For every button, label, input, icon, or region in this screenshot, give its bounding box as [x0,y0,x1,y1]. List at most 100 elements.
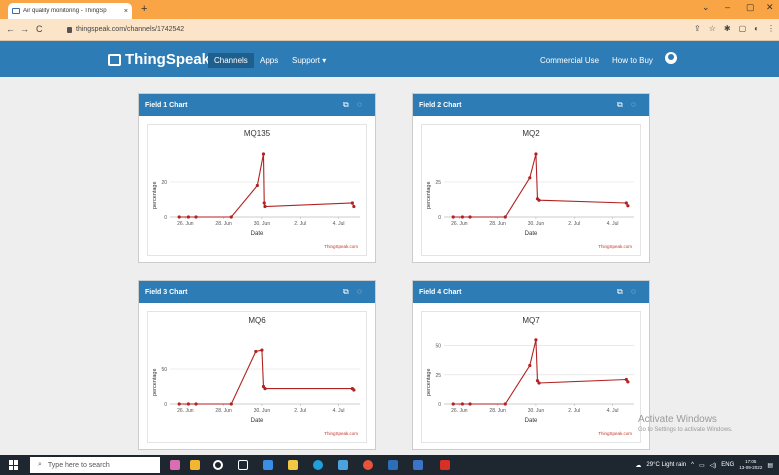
x-tick-label: 30. Jun [528,221,545,227]
external-link-icon[interactable]: ⧉ [343,287,349,297]
chat-bubble-logo-icon [108,53,121,66]
menu-icon[interactable]: ⋮ [767,24,775,33]
browser-tab[interactable]: Air quality monitoring - ThingSp × [8,3,132,19]
taskbar-app-icon[interactable] [388,460,398,470]
y-tick-label: 50 [435,344,441,350]
y-tick-label: 0 [164,215,167,221]
minimize-button[interactable]: – [725,2,730,12]
x-tick-label: 4. Jul [333,408,345,414]
data-point [186,215,190,219]
y-tick-label: 25 [435,373,441,379]
extensions-icon[interactable]: ✱ [724,24,731,33]
maximize-button[interactable]: ▢ [746,2,755,13]
clock-date: 13-09-2022 [739,465,763,470]
bookmark-star-icon[interactable]: ☆ [709,24,716,33]
nav-commercial-use[interactable]: Commercial Use [540,56,599,65]
network-icon[interactable]: ▭ [699,462,705,469]
x-tick-label: 2. Jul [294,408,306,414]
thingspeak-credit-link[interactable]: ThingSpeak.com [598,431,632,436]
windows-start-icon[interactable] [9,460,19,470]
comment-icon[interactable]: ◌ [357,100,362,109]
x-tick-label: 2. Jul [294,221,306,227]
field-3-panel: Field 3 Chart ⧉ ◌ MQ6 percentage 0 50 26. … [138,280,376,450]
clock[interactable]: 17:05 13-09-2022 [739,459,762,471]
x-axis-label: Date [524,231,538,237]
chart-area: MQ2 percentage 0 25 26. Jun 28. Jun 30. Jun 2… [421,124,641,256]
nav-support[interactable]: Support ▾ [292,56,326,65]
taskbar-app-icon[interactable] [170,460,180,470]
thingspeak-logo[interactable]: ThingSpeak™ [108,51,220,68]
sidebar-icon[interactable]: ▢ [739,24,747,33]
series-line [453,339,629,405]
tab-search-icon[interactable]: ⌄ [702,2,710,13]
taskbar-app-icon[interactable] [338,460,348,470]
weather-icon: ☁ [635,462,642,469]
data-point [260,348,264,352]
url-text: thingspeak.com/channels/1742542 [76,26,185,33]
tab-close-icon[interactable]: × [124,8,128,15]
series-line [179,153,355,218]
thingspeak-credit-link[interactable]: ThingSpeak.com [324,244,358,249]
thingspeak-credit-link[interactable]: ThingSpeak.com [324,431,358,436]
data-point [460,402,464,406]
watermark-title: Activate Windows [638,414,717,425]
back-button[interactable]: ← [6,24,15,34]
nav-how-to-buy[interactable]: How to Buy [612,56,653,65]
data-point [534,152,538,156]
user-account-icon[interactable] [665,52,677,64]
comment-icon[interactable]: ◌ [357,287,362,296]
chrome-browser-icon[interactable] [363,460,373,470]
acrobat-reader-icon[interactable] [440,460,450,470]
y-tick-label: 0 [438,402,441,408]
profile-icon[interactable]: ◐ [754,24,759,33]
file-explorer-icon[interactable] [288,460,298,470]
comment-icon[interactable]: ◌ [631,287,636,296]
volume-icon[interactable]: ◁) [710,462,717,469]
data-point [626,380,630,384]
url-input[interactable]: thingspeak.com/channels/1742542 [63,22,703,37]
taskbar-app-icon[interactable] [263,460,273,470]
data-point [460,215,464,219]
notification-icon[interactable]: ▤ [767,462,773,469]
data-point [528,363,532,368]
comment-icon[interactable]: ◌ [631,100,636,109]
external-link-icon[interactable]: ⧉ [617,287,623,297]
thingspeak-credit-link[interactable]: ThingSpeak.com [598,244,632,249]
close-window-button[interactable]: ✕ [766,2,774,13]
x-tick-label: 26. Jun [177,408,194,414]
word-icon[interactable] [413,460,423,470]
taskbar-search-input[interactable]: ⌕ Type here to search [30,457,160,473]
panel-header: Field 1 Chart ⧉ ◌ [139,94,375,116]
mq6-chart-svg: 0 50 26. Jun 28. Jun 30. Jun 2. Jul 4. Jul [161,348,360,414]
share-icon[interactable]: ⇪ [694,24,701,33]
reload-button[interactable]: C [36,24,43,34]
taskbar-app-icon[interactable] [190,460,200,470]
nav-channels[interactable]: Channels [208,53,254,68]
external-link-icon[interactable]: ⧉ [617,100,623,110]
watermark-subtitle: Go to Settings to activate Windows. [638,427,733,433]
cortana-icon[interactable] [213,460,223,470]
panel-title: Field 1 Chart [145,101,188,109]
panel-title: Field 3 Chart [145,288,188,296]
x-tick-label: 28. Jun [215,221,232,227]
language-indicator[interactable]: ENG [721,462,734,468]
tray-chevron-icon[interactable]: ^ [691,462,694,468]
task-view-icon[interactable] [238,460,248,470]
forward-button[interactable]: → [20,24,29,34]
brand-name: ThingSpeak [125,51,211,68]
lock-icon [67,26,72,33]
panel-header: Field 2 Chart ⧉ ◌ [413,94,649,116]
data-point [263,387,267,391]
panel-title: Field 4 Chart [419,288,462,296]
weather-text[interactable]: 29°C Light rain [646,462,686,468]
data-point [229,215,233,219]
new-tab-button[interactable]: + [141,3,147,15]
edge-browser-icon[interactable] [313,460,323,470]
nav-apps[interactable]: Apps [260,56,278,65]
data-point [451,215,455,219]
field-4-panel: Field 4 Chart ⧉ ◌ MQ7 percentage 0 25 50 26… [412,280,650,450]
data-point [534,338,538,342]
field-2-panel: Field 2 Chart ⧉ ◌ MQ2 percentage 0 25 26. … [412,93,650,263]
external-link-icon[interactable]: ⧉ [343,100,349,110]
data-point [352,388,356,392]
